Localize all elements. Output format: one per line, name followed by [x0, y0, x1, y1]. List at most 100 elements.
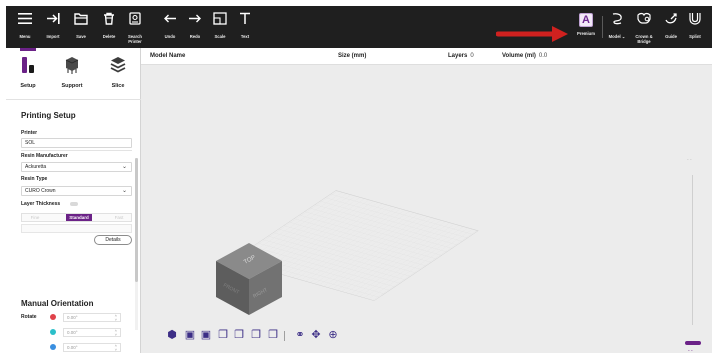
- chevron-down-icon: ⌄: [121, 188, 127, 194]
- model-table-header: Model Name Size (mm) Layers 0 Volume (ml)…: [141, 48, 712, 65]
- text-label: Text: [240, 34, 250, 39]
- premium-label: Premium: [577, 31, 595, 36]
- premium-button[interactable]: A Premium: [572, 9, 600, 36]
- column-volume: Volume (ml) 0.0: [502, 53, 548, 59]
- tab-support-label: Support: [61, 83, 83, 89]
- column-layers: Layers 0: [448, 53, 474, 59]
- slider-bottom-cap: - -: [688, 348, 693, 353]
- manual-orientation-title: Manual Orientation: [21, 299, 94, 308]
- app-window: Menu Import Save Delete Search Printer U…: [6, 6, 712, 353]
- tab-setup-label: Setup: [20, 83, 36, 89]
- column-model-name: Model Name: [150, 53, 186, 59]
- scale-icon: [207, 12, 233, 34]
- guide-label: Guide: [665, 34, 677, 39]
- redo-icon: [182, 12, 208, 34]
- chevron-down-icon: ⌄: [621, 34, 626, 39]
- text-button[interactable]: Text: [232, 9, 258, 39]
- annotation-arrow: [496, 26, 568, 42]
- model-button[interactable]: Model ⌄: [604, 9, 630, 39]
- crown-bridge-button[interactable]: Crown & Bridge: [630, 9, 658, 44]
- crown-bridge-label: Crown & Bridge: [635, 34, 653, 44]
- tab-slice-label: Slice: [111, 83, 125, 89]
- rotate-x-row: 0.00° ˄ ˅: [50, 313, 125, 322]
- rotate-y-value: 0.00°: [67, 330, 78, 335]
- volume-value: 0.0: [538, 53, 548, 59]
- thickness-option-fast[interactable]: Fast: [110, 214, 128, 221]
- redo-label: Redo: [189, 34, 201, 39]
- 3d-viewport[interactable]: TOP RIGHT FRONT ⬢ ▣ ▣ ❐ ❐ ❐ ❐ ⚭ ✥ ⊕ - - …: [141, 65, 712, 353]
- layers-value: 0: [470, 53, 474, 59]
- resin-manufacturer-select[interactable]: Ackuretta ⌄: [21, 162, 132, 172]
- model-label: Model ⌄: [608, 34, 626, 39]
- import-icon: [40, 12, 66, 34]
- top-view-icon[interactable]: ❐: [250, 329, 262, 341]
- layer-slider-track[interactable]: [692, 175, 693, 325]
- front-view-icon[interactable]: ▣: [184, 329, 196, 341]
- rotate-y-row: 0.00° ˄ ˅: [50, 328, 125, 337]
- pan-icon[interactable]: ✥: [310, 329, 322, 341]
- printer-label: Printer: [21, 130, 38, 136]
- import-label: Import: [46, 34, 60, 39]
- view-toolbar-divider: [284, 331, 285, 341]
- splint-button[interactable]: Splint: [682, 9, 708, 39]
- guide-button[interactable]: Guide: [658, 9, 684, 39]
- scale-label: Scale: [214, 34, 226, 39]
- menu-label: Menu: [19, 34, 31, 39]
- top-toolbar: Menu Import Save Delete Search Printer U…: [6, 6, 712, 48]
- tab-setup[interactable]: Setup: [10, 56, 46, 89]
- scale-button[interactable]: Scale: [207, 9, 233, 39]
- undo-label: Undo: [164, 34, 176, 39]
- right-view-icon[interactable]: ❐: [233, 329, 245, 341]
- spinner-icon[interactable]: ˄ ˅: [115, 344, 117, 352]
- menu-button[interactable]: Menu: [12, 9, 38, 39]
- bottom-view-icon[interactable]: ❐: [267, 329, 279, 341]
- undo-icon: [157, 12, 183, 34]
- details-button[interactable]: Details: [94, 235, 132, 245]
- printer-select[interactable]: SOL: [21, 138, 132, 148]
- build-plate-scene: TOP RIGHT FRONT: [216, 190, 479, 315]
- folder-save-icon: [68, 12, 94, 34]
- printing-setup-title: Printing Setup: [21, 111, 76, 120]
- save-label: Save: [76, 34, 86, 39]
- rotate-z-input[interactable]: 0.00° ˄ ˅: [63, 343, 121, 352]
- tab-slice[interactable]: Slice: [100, 56, 136, 89]
- hamburger-icon: [12, 12, 38, 34]
- search-printer-button[interactable]: Search Printer: [122, 9, 148, 44]
- rotate-y-input[interactable]: 0.00° ˄ ˅: [63, 328, 121, 337]
- layer-thickness-toggle[interactable]: [70, 202, 78, 206]
- import-button[interactable]: Import: [40, 9, 66, 39]
- redo-button[interactable]: Redo: [182, 9, 208, 39]
- spinner-icon[interactable]: ˄ ˅: [115, 329, 117, 337]
- x-axis-dot: [50, 314, 56, 320]
- undo-button[interactable]: Undo: [157, 9, 183, 39]
- left-view-icon[interactable]: ❐: [217, 329, 229, 341]
- rotate-x-value: 0.00°: [67, 315, 78, 320]
- slice-icon: [110, 57, 126, 73]
- thickness-option-fine[interactable]: Fine: [26, 214, 44, 221]
- rotate-x-input[interactable]: 0.00° ˄ ˅: [63, 313, 121, 322]
- resin-type-select[interactable]: CURO Crown ⌄: [21, 186, 132, 196]
- chevron-down-icon: ⌄: [121, 164, 127, 170]
- panel-scrollbar-thumb[interactable]: [135, 158, 138, 282]
- printer-value: SOL: [25, 140, 36, 146]
- spinner-icon[interactable]: ˄ ˅: [115, 314, 117, 322]
- back-view-icon[interactable]: ▣: [200, 329, 212, 341]
- thickness-option-standard[interactable]: Standard: [66, 214, 92, 221]
- layer-thickness-label: Layer Thickness: [21, 201, 61, 207]
- crown-bridge-icon: [630, 12, 658, 34]
- splint-icon: [682, 12, 708, 34]
- text-icon: [232, 12, 258, 34]
- model-icon: [604, 12, 630, 34]
- resin-type-label: Resin Type: [21, 176, 48, 182]
- iso-view-icon[interactable]: ⬢: [166, 329, 178, 341]
- rotate-z-value: 0.00°: [67, 345, 78, 350]
- tab-support[interactable]: Support: [54, 56, 90, 89]
- zoom-icon[interactable]: ⊕: [327, 329, 339, 341]
- rotate-label: Rotate: [21, 314, 37, 320]
- orbit-icon[interactable]: ⚭: [294, 329, 306, 341]
- save-button[interactable]: Save: [68, 9, 94, 39]
- left-panel: Setup Support Slice Printing Setup Print…: [6, 48, 141, 353]
- delete-button[interactable]: Delete: [96, 9, 122, 39]
- layer-slider-handle[interactable]: [685, 341, 701, 345]
- slider-top-cap: - -: [687, 157, 692, 163]
